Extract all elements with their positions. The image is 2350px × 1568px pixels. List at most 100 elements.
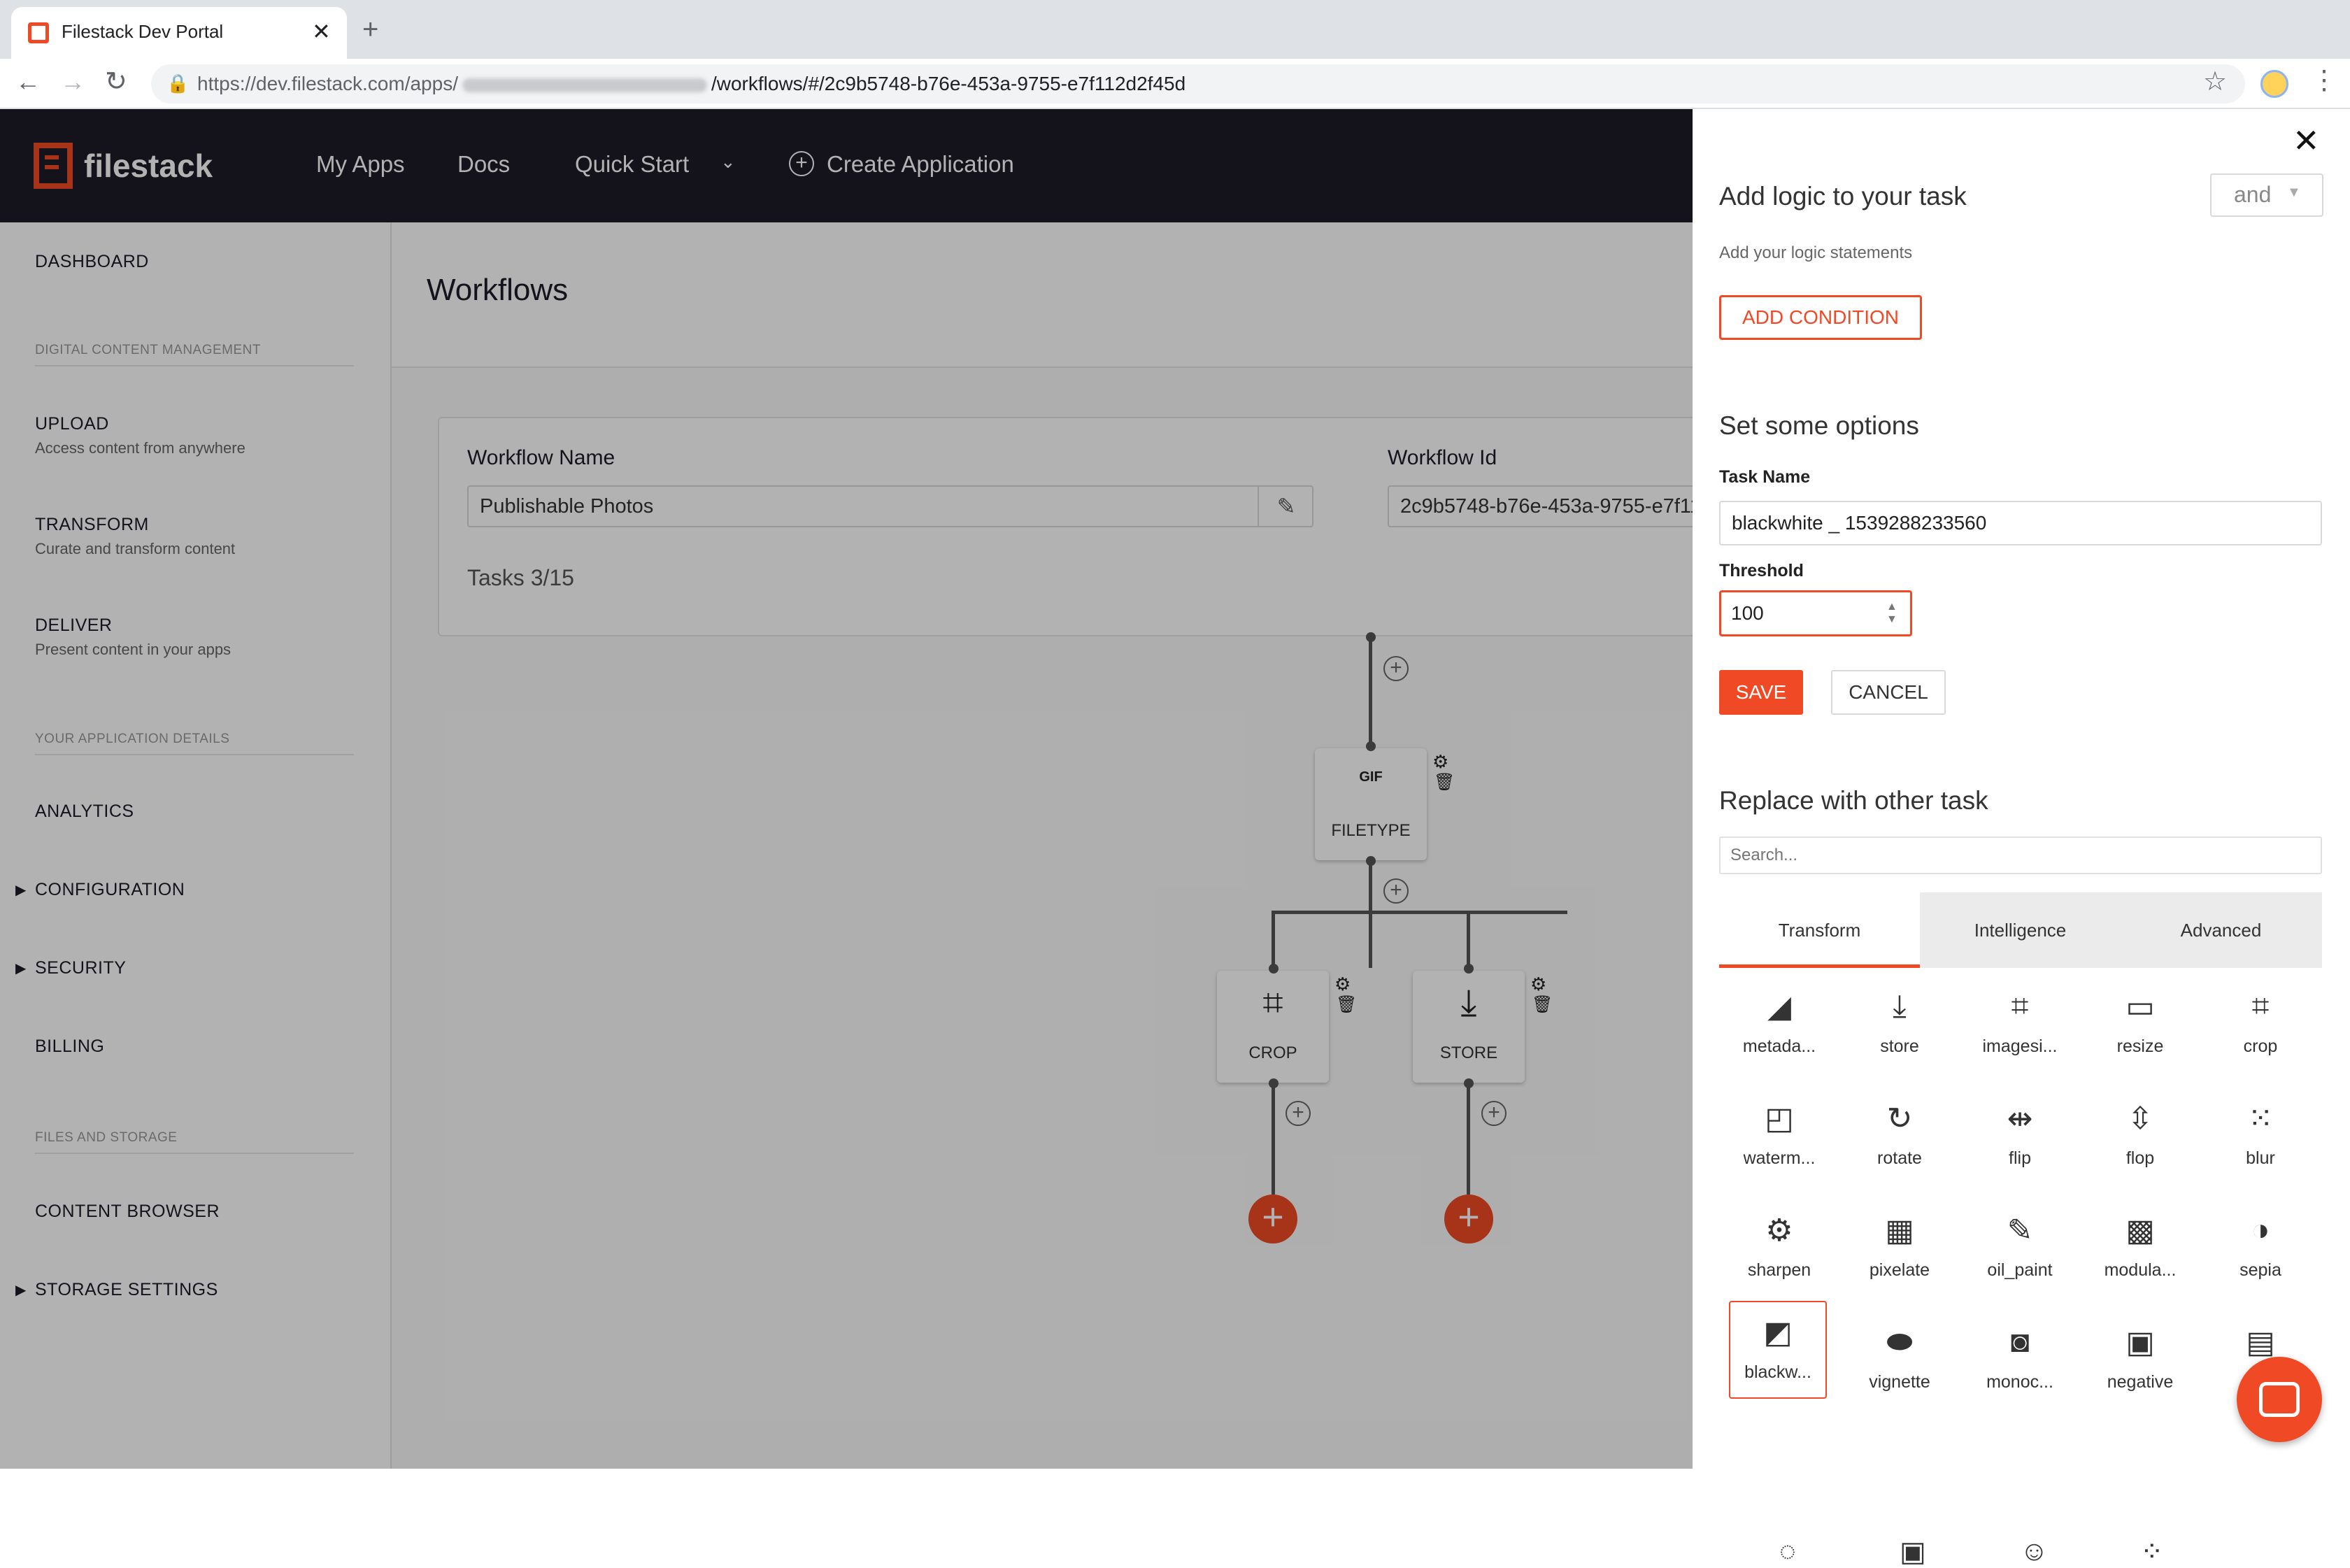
task-item-store[interactable]: ⤓ store: [1839, 976, 1960, 1074]
crop-icon: ⌗: [2011, 989, 2029, 1023]
browser-menu-icon[interactable]: ⋮: [2311, 64, 2337, 96]
task-item-label: blur: [2246, 1148, 2275, 1168]
url-prefix: https://dev.filestack.com/apps/: [197, 73, 458, 94]
task-name-input[interactable]: blackwhite _ 1539288233560: [1719, 501, 2322, 546]
bookmark-star-icon[interactable]: ☆: [2203, 66, 2227, 97]
spinner-arrows-icon[interactable]: ▲ ▼: [1886, 601, 1897, 626]
metadata-icon: ◢: [1767, 990, 1791, 1024]
task-item-oil-paint[interactable]: ✎ oil_paint: [1960, 1200, 2080, 1298]
task-item-negative[interactable]: ▣ negative: [2080, 1312, 2200, 1410]
close-icon[interactable]: ✕: [2293, 122, 2320, 159]
task-category-tabs: Transform Intelligence Advanced: [1719, 892, 2322, 968]
new-tab-icon[interactable]: +: [362, 14, 378, 45]
browser-toolbar: ← → ↻ 🔒 https://dev.filestack.com/apps/ /…: [0, 59, 2350, 109]
task-item-metadata[interactable]: ◢ metada...: [1719, 976, 1839, 1074]
grid-icon: ▦: [1885, 1213, 1914, 1248]
task-item-imagesize[interactable]: ⌗ imagesi...: [1960, 976, 2080, 1074]
chat-launcher-button[interactable]: [2237, 1357, 2322, 1442]
lock-icon: 🔒: [166, 73, 190, 94]
task-item-label: negative: [2107, 1372, 2174, 1392]
task-item-label: crop: [2243, 1036, 2278, 1056]
task-item-label: waterm...: [1743, 1148, 1816, 1168]
task-name-label: Task Name: [1719, 467, 1811, 487]
task-settings-panel: ✕ Add logic to your task and ▼ Add your …: [1693, 109, 2350, 1567]
task-item-label: pixelate: [1869, 1260, 1930, 1280]
task-item-label: sharpen: [1747, 1260, 1811, 1280]
threshold-value: 100: [1731, 602, 1764, 624]
task-item-rotate[interactable]: ↻ rotate: [1839, 1088, 1960, 1186]
reload-icon[interactable]: ↻: [105, 66, 127, 97]
tab-close-icon[interactable]: ✕: [312, 18, 331, 45]
blur-icon: ⁙: [2247, 1102, 2274, 1136]
filestack-favicon-icon: [28, 22, 49, 43]
logic-subtitle: Add your logic statements: [1719, 243, 1913, 262]
vignette-icon: ⬬: [1886, 1325, 1913, 1359]
profile-avatar[interactable]: [2260, 70, 2288, 98]
dots-icon[interactable]: ⁘: [2140, 1536, 2164, 1568]
save-button[interactable]: SAVE: [1719, 670, 1803, 715]
logic-operator-select[interactable]: and ▼: [2210, 173, 2323, 217]
url-blurred-segment: [462, 78, 707, 92]
download-icon: ⤓: [1893, 989, 1907, 1023]
task-item-flop[interactable]: ⇳ flop: [2080, 1088, 2200, 1186]
chat-bubble-icon: [2259, 1382, 2300, 1417]
brush-icon: ✎: [2007, 1213, 2033, 1248]
logic-title: Add logic to your task: [1719, 182, 1967, 211]
threshold-label: Threshold: [1719, 561, 1804, 580]
task-item-sharpen[interactable]: ⚙ sharpen: [1719, 1200, 1839, 1298]
tab-transform[interactable]: Transform: [1719, 892, 1920, 968]
task-item-label: modula...: [2104, 1260, 2177, 1280]
task-item-blur[interactable]: ⁙ blur: [2200, 1088, 2321, 1186]
url-suffix: /workflows/#/2c9b5748-b76e-453a-9755-e7f…: [711, 73, 1186, 94]
replace-title: Replace with other task: [1719, 786, 1988, 815]
rotate-icon: ↻: [1886, 1102, 1913, 1136]
url-text[interactable]: https://dev.filestack.com/apps/ /workflow…: [197, 73, 1185, 95]
resize-icon: ▭: [2125, 990, 2155, 1024]
task-item-vignette[interactable]: ⬬ vignette: [1839, 1312, 1960, 1410]
tab-title: Filestack Dev Portal: [62, 21, 224, 42]
task-item-monochrome[interactable]: ◙ monoc...: [1960, 1312, 2080, 1410]
task-item-label: flop: [2125, 1148, 2155, 1168]
contrast-icon: ◑: [2251, 1213, 2270, 1247]
tab-intelligence[interactable]: Intelligence: [1920, 892, 2121, 968]
face-icon[interactable]: ☺: [2020, 1536, 2049, 1567]
threshold-input[interactable]: 100 ▲ ▼: [1719, 590, 1912, 636]
modal-overlay[interactable]: [0, 109, 1693, 1469]
modulate-icon: ▩: [2125, 1213, 2155, 1248]
task-item-modulate[interactable]: ▩ modula...: [2080, 1200, 2200, 1298]
watermark-icon: ◰: [1765, 1102, 1794, 1136]
flip-icon: ⇹: [2007, 1102, 2033, 1136]
browser-tab[interactable]: Filestack Dev Portal ✕: [11, 7, 347, 59]
task-item-flip[interactable]: ⇹ flip: [1960, 1088, 2080, 1186]
task-item-blackwhite[interactable]: ◩ blackw...: [1729, 1301, 1827, 1399]
blur-icon[interactable]: ◌: [1779, 1536, 1796, 1567]
task-item-pixelate[interactable]: ▦ pixelate: [1839, 1200, 1960, 1298]
address-bar[interactable]: 🔒 https://dev.filestack.com/apps/ /workfl…: [151, 64, 2245, 104]
logic-operator-value: and: [2234, 182, 2272, 207]
task-item-label: resize: [2116, 1036, 2164, 1056]
task-item-label: monoc...: [1986, 1372, 2053, 1392]
task-item-crop[interactable]: ⌗ crop: [2200, 976, 2321, 1074]
portrait-icon[interactable]: ▣: [1900, 1536, 1926, 1568]
task-item-label: imagesi...: [1982, 1036, 2058, 1056]
chevron-down-icon: ▼: [2287, 185, 2301, 200]
add-condition-button[interactable]: ADD CONDITION: [1719, 295, 1922, 340]
pattern-icon: ▤: [2246, 1325, 2275, 1360]
forward-arrow-icon[interactable]: →: [60, 67, 85, 97]
task-item-sepia[interactable]: ◑ sepia: [2200, 1200, 2321, 1298]
back-arrow-icon[interactable]: ←: [15, 67, 41, 97]
image-bw-icon: ◩: [1763, 1316, 1793, 1350]
gear-icon: ⚙: [1765, 1213, 1793, 1248]
task-search-input[interactable]: [1719, 836, 2322, 874]
tab-advanced[interactable]: Advanced: [2121, 892, 2321, 968]
image-icon: ▣: [2125, 1325, 2155, 1360]
task-item-resize[interactable]: ▭ resize: [2080, 976, 2200, 1074]
task-item-label: metada...: [1742, 1036, 1816, 1056]
options-title: Set some options: [1719, 411, 1919, 440]
browser-tabstrip: Filestack Dev Portal ✕ +: [0, 0, 2350, 59]
task-item-watermark[interactable]: ◰ waterm...: [1719, 1088, 1839, 1186]
crop-icon: ⌗: [2251, 989, 2270, 1023]
camera-icon: ◙: [2010, 1325, 2030, 1359]
task-item-label: store: [1880, 1036, 1919, 1056]
cancel-button[interactable]: CANCEL: [1831, 670, 1946, 715]
